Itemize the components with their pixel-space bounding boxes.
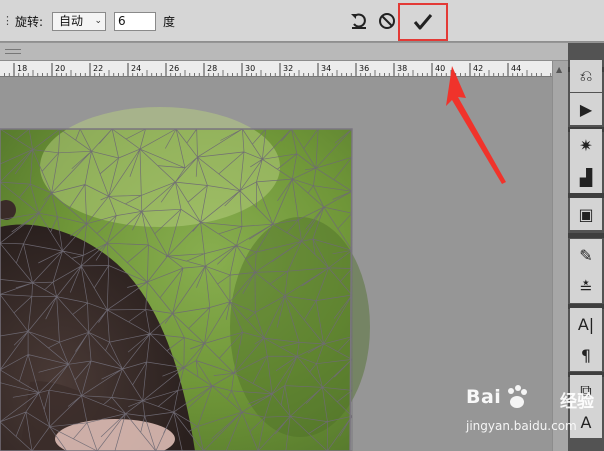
cancel-transform-button[interactable]: [378, 12, 396, 30]
undo-button[interactable]: [349, 11, 369, 31]
cancel-icon: [379, 13, 395, 29]
undo-icon: [351, 13, 366, 29]
ruler-tick-label: 34: [321, 64, 331, 73]
photo-layer: [0, 107, 370, 451]
rotate-mode-select[interactable]: 自动 ⌄: [52, 12, 106, 31]
baidu-jingyan-watermark: Bai 经验 jingyan.baidu.com: [466, 385, 596, 446]
paragraph-panel-icon[interactable]: ¶: [570, 339, 602, 371]
rotate-label: 旋转:: [15, 15, 44, 29]
histogram-icon[interactable]: ▟: [570, 161, 602, 193]
options-bar: ⋮ 旋转: 自动 ⌄ 6 度: [0, 0, 604, 42]
checkmark-icon: [413, 14, 433, 30]
history-tool-icon[interactable]: ⎌: [570, 60, 602, 92]
ruler-tick-label: 28: [207, 64, 217, 73]
actions-play-icon[interactable]: ▶: [570, 93, 602, 125]
ruler-tick-label: 18: [17, 64, 27, 73]
ruler-tick-label: 26: [169, 64, 179, 73]
watermark-brand: Bai: [466, 386, 502, 408]
ruler-tick-label: 38: [397, 64, 407, 73]
chevron-down-icon: ⌄: [94, 16, 102, 26]
character-panel-icon[interactable]: A|: [570, 308, 602, 340]
ruler-tick-label: 32: [283, 64, 293, 73]
ruler-tick-label: 24: [131, 64, 141, 73]
dock-group-divider: [568, 233, 604, 238]
brush-presets-icon[interactable]: ✎: [570, 239, 602, 271]
3d-cube-icon[interactable]: ▣: [570, 198, 602, 230]
commit-transform-button[interactable]: [398, 3, 448, 41]
scroll-up-icon: ▲: [556, 65, 563, 74]
brush-settings-icon[interactable]: ≛: [570, 271, 602, 303]
panel-drag-handle[interactable]: [5, 49, 21, 54]
watermark-url: jingyan.baidu.com: [466, 419, 577, 433]
document-tab-strip: [0, 43, 568, 61]
ruler-tick-label: 36: [359, 64, 369, 73]
options-grip[interactable]: ⋮: [2, 14, 13, 28]
angle-input[interactable]: 6: [114, 12, 156, 31]
navigator-wheel-icon[interactable]: ✷: [570, 129, 602, 161]
ruler-tick-label: 20: [55, 64, 65, 73]
rotate-mode-value: 自动: [59, 14, 84, 28]
ruler-tick-label: 30: [245, 64, 255, 73]
angle-unit-label: 度: [163, 15, 176, 29]
ruler-tick-label: 22: [93, 64, 103, 73]
baidu-paw-icon: [508, 385, 527, 408]
watermark-cn: 经验: [560, 392, 594, 412]
annotation-arrow-icon: [446, 66, 506, 184]
